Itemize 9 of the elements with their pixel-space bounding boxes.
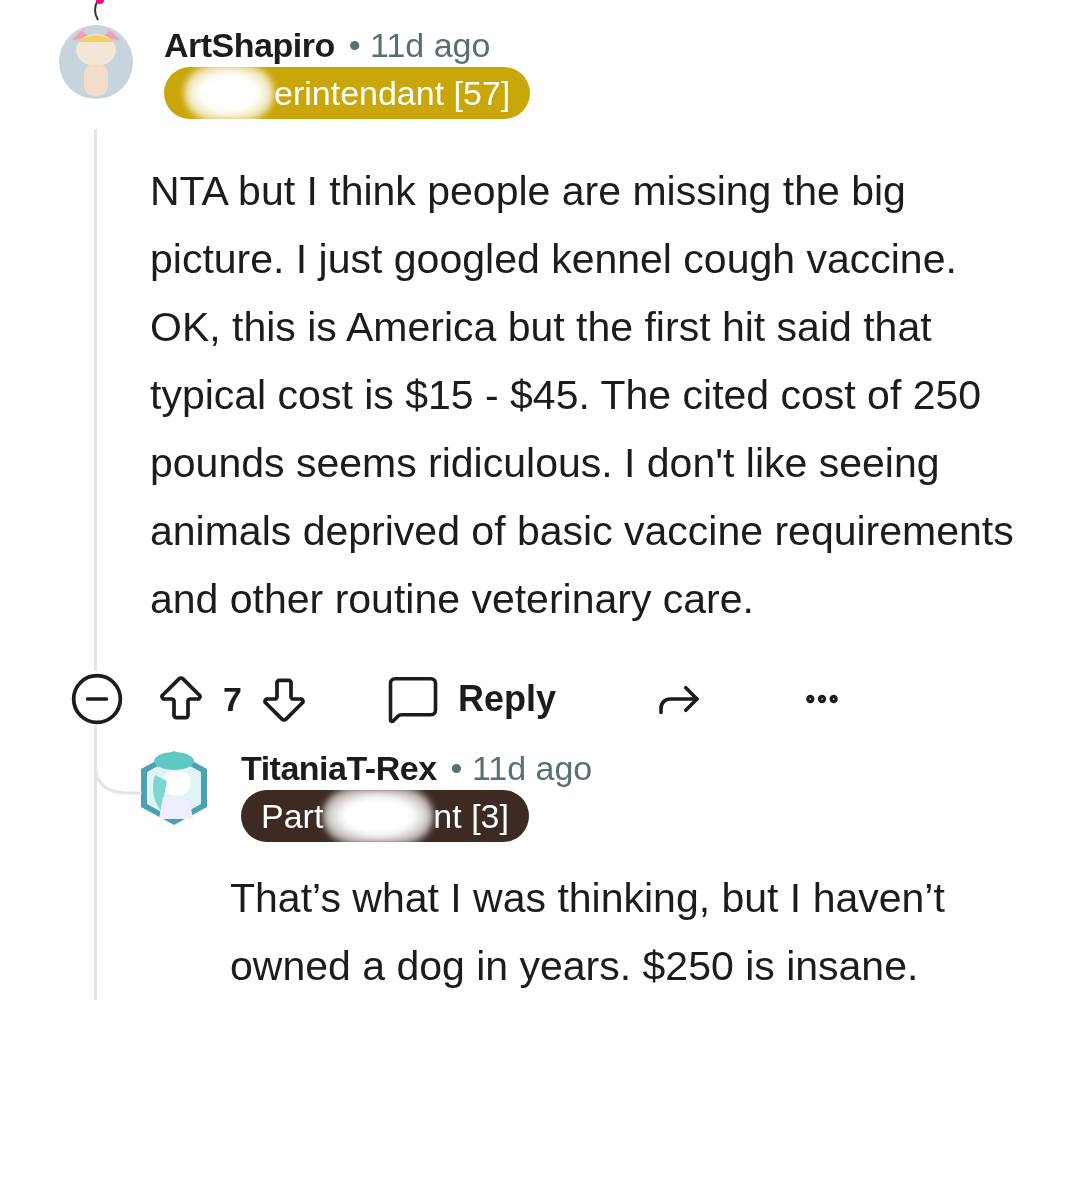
timestamp: • 11d ago xyxy=(450,749,593,788)
timestamp: • 11d ago xyxy=(348,26,491,65)
user-flair: Part nt [3] xyxy=(241,790,529,842)
comment-text: That’s what I was thinking, but I haven’t owned a dog in years. $250 is insane. xyxy=(229,874,946,991)
username[interactable]: ArtShapiro xyxy=(164,26,335,65)
comment-text: NTA but I think people are missing the big picture. I just googled kennel cough vaccine. OK, this is America but the first hit said that typical cost is $15 - $45. The cited cost of 250 pounds seems ridiculous. I don't like seeing animals deprived of basic vaccine requirements and other routine veterinary care. xyxy=(149,167,1015,624)
user-flair: erintendant [57] xyxy=(164,67,531,119)
vote-count: 7 xyxy=(223,679,242,719)
username[interactable]: TitaniaT-Rex xyxy=(241,749,437,788)
